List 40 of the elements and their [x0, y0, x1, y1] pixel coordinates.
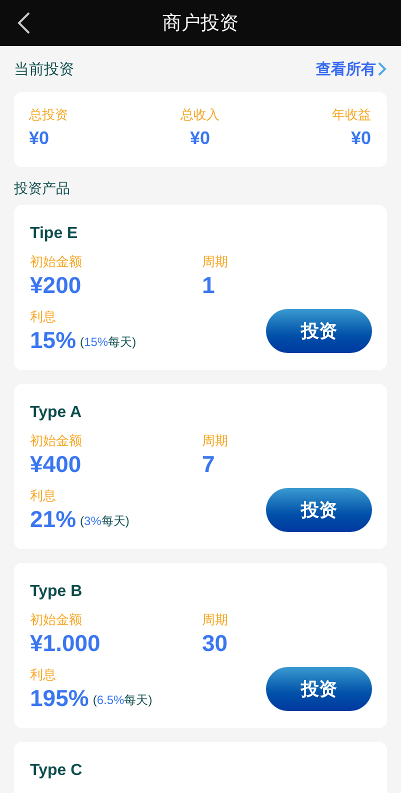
interest-value: 21%	[30, 505, 76, 534]
stat-value: ¥0	[350, 128, 371, 149]
period-label: 周期	[202, 611, 228, 629]
interest-label: 利息	[30, 487, 56, 505]
product-name: Type C	[30, 762, 82, 780]
section-title: 投资产品	[14, 180, 70, 198]
invest-button[interactable]: 投资	[266, 488, 372, 532]
product-name: Type B	[30, 583, 82, 601]
view-all-link[interactable]: 查看所有	[316, 60, 387, 78]
stat-label: 年收益	[332, 106, 371, 124]
product-name: Type A	[30, 404, 82, 422]
invest-button[interactable]: 投资	[266, 667, 372, 711]
invest-button[interactable]: 投资	[266, 309, 372, 353]
period-label: 周期	[202, 432, 228, 450]
interest-label: 利息	[30, 666, 56, 684]
section-title: 当前投资	[14, 60, 74, 78]
amount-label: 初始金额	[30, 432, 82, 450]
interest-label: 利息	[30, 308, 56, 326]
amount-value: ¥200	[30, 271, 82, 300]
period-value: 1	[202, 271, 215, 300]
stat-label: 总收入	[180, 106, 220, 124]
amount-value: ¥400	[30, 450, 82, 479]
period-label: 周期	[202, 253, 228, 271]
amount-value: ¥1.000	[30, 629, 100, 658]
stat-value: ¥0	[29, 128, 50, 149]
amount-label: 初始金额	[30, 253, 82, 271]
daily-rate: (15%每天)	[80, 334, 136, 351]
amount-label: 初始金额	[30, 611, 82, 629]
daily-rate: (6.5%每天)	[92, 692, 152, 709]
back-icon[interactable]	[17, 12, 31, 34]
stat-value: ¥0	[190, 128, 210, 149]
daily-rate: (3%每天)	[80, 513, 130, 530]
chevron-right-icon	[377, 62, 387, 76]
interest-value: 15%	[30, 326, 76, 355]
product-name: Tipe E	[30, 225, 78, 243]
period-value: 7	[202, 450, 215, 479]
period-value: 30	[202, 629, 228, 658]
interest-value: 195%	[30, 684, 89, 713]
stat-label: 总投资	[29, 106, 68, 124]
page-title: 商户投资	[162, 12, 238, 36]
